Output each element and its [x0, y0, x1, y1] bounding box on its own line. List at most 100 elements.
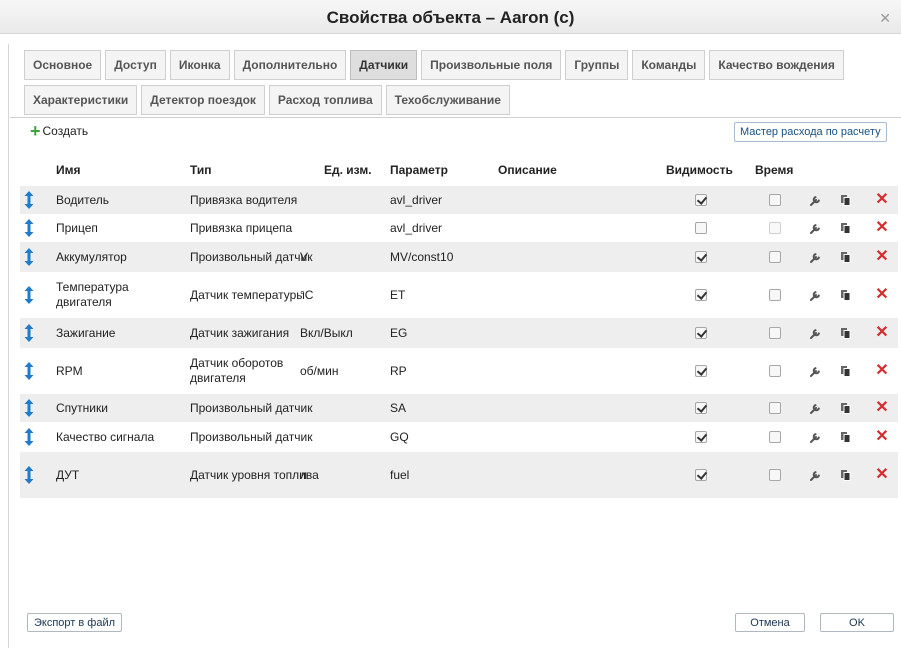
- delete-icon[interactable]: ✕: [872, 422, 892, 452]
- sensor-unit: °C: [300, 287, 314, 302]
- visibility-checkbox[interactable]: [692, 318, 710, 348]
- table-row[interactable]: Спутники Произвольный датчик SA ✕: [20, 394, 898, 422]
- drag-handle-icon[interactable]: [22, 186, 36, 214]
- header-visibility[interactable]: Видимость: [666, 163, 733, 177]
- wrench-icon[interactable]: [806, 422, 826, 452]
- cancel-button[interactable]: Отмена: [735, 613, 805, 632]
- copy-icon[interactable]: [836, 318, 856, 348]
- time-checkbox[interactable]: [766, 348, 784, 394]
- tab-custom-fields[interactable]: Произвольные поля: [421, 50, 562, 80]
- tab-trip-detector[interactable]: Детектор поездок: [141, 85, 265, 115]
- drag-handle-icon[interactable]: [22, 348, 36, 394]
- visibility-checkbox[interactable]: [692, 214, 710, 242]
- tab-maintenance[interactable]: Техобслуживание: [385, 85, 510, 115]
- drag-handle-icon[interactable]: [22, 452, 36, 498]
- delete-icon[interactable]: ✕: [872, 214, 892, 242]
- drag-handle-icon[interactable]: [22, 318, 36, 348]
- tab-access[interactable]: Доступ: [105, 50, 166, 80]
- copy-icon[interactable]: [836, 272, 856, 318]
- table-row[interactable]: ДУТ Датчик уровня топлива л fuel ✕: [20, 452, 898, 498]
- sensor-unit: Вкл/Выкл: [300, 325, 353, 340]
- wrench-icon[interactable]: [806, 318, 826, 348]
- tab-commands[interactable]: Команды: [632, 50, 706, 80]
- visibility-checkbox[interactable]: [692, 422, 710, 452]
- drag-handle-icon[interactable]: [22, 214, 36, 242]
- time-checkbox[interactable]: [766, 422, 784, 452]
- delete-icon[interactable]: ✕: [872, 242, 892, 272]
- delete-icon[interactable]: ✕: [872, 186, 892, 214]
- copy-icon[interactable]: [836, 214, 856, 242]
- fuel-wizard-button[interactable]: Мастер расхода по расчету: [734, 122, 887, 142]
- wrench-icon[interactable]: [806, 348, 826, 394]
- delete-icon[interactable]: ✕: [872, 318, 892, 348]
- time-checkbox[interactable]: [766, 242, 784, 272]
- copy-icon[interactable]: [836, 186, 856, 214]
- header-type[interactable]: Тип: [190, 163, 212, 177]
- tab-icon[interactable]: Иконка: [169, 50, 230, 80]
- tab-basic[interactable]: Основное: [24, 50, 102, 80]
- drag-handle-icon[interactable]: [22, 272, 36, 318]
- table-row[interactable]: Прицеп Привязка прицепа avl_driver ✕: [20, 214, 898, 242]
- visibility-checkbox[interactable]: [692, 452, 710, 498]
- table-row[interactable]: Температура двигателя Датчик температуры…: [20, 272, 898, 318]
- time-checkbox[interactable]: [766, 318, 784, 348]
- sensor-unit: V: [300, 249, 309, 264]
- tab-sensors[interactable]: Датчики: [350, 50, 418, 80]
- copy-icon[interactable]: [836, 422, 856, 452]
- tab-advanced[interactable]: Дополнительно: [233, 50, 347, 80]
- time-checkbox[interactable]: [766, 394, 784, 422]
- tab-groups[interactable]: Группы: [565, 50, 629, 80]
- header-unit[interactable]: Ед. изм.: [324, 163, 372, 177]
- tabs-divider: [10, 117, 901, 118]
- wrench-icon[interactable]: [806, 186, 826, 214]
- drag-handle-icon[interactable]: [22, 394, 36, 422]
- sensor-name: Аккумулятор: [56, 249, 127, 264]
- visibility-checkbox[interactable]: [692, 272, 710, 318]
- copy-icon[interactable]: [836, 348, 856, 394]
- header-name[interactable]: Имя: [56, 163, 81, 177]
- sensor-param: SA: [390, 400, 407, 415]
- table-row[interactable]: Зажигание Датчик зажигания Вкл/Выкл EG ✕: [20, 318, 898, 348]
- table-row[interactable]: Водитель Привязка водителя avl_driver ✕: [20, 186, 898, 214]
- tab-driving-quality[interactable]: Качество вождения: [709, 50, 844, 80]
- delete-icon[interactable]: ✕: [872, 394, 892, 422]
- wrench-icon[interactable]: [806, 214, 826, 242]
- wrench-icon[interactable]: [806, 452, 826, 498]
- tab-fuel-consumption[interactable]: Расход топлива: [268, 85, 382, 115]
- dialog-titlebar: Свойства объекта – Aaron (c) ✕: [0, 0, 901, 34]
- visibility-checkbox[interactable]: [692, 348, 710, 394]
- drag-handle-icon[interactable]: [22, 422, 36, 452]
- time-checkbox[interactable]: [766, 452, 784, 498]
- time-checkbox[interactable]: [766, 186, 784, 214]
- tab-characteristics[interactable]: Характеристики: [24, 85, 138, 115]
- sensor-param: fuel: [390, 467, 410, 482]
- delete-icon[interactable]: ✕: [872, 348, 892, 394]
- table-row[interactable]: Качество сигнала Произвольный датчик GQ …: [20, 422, 898, 452]
- drag-handle-icon[interactable]: [22, 242, 36, 272]
- copy-icon[interactable]: [836, 242, 856, 272]
- wrench-icon[interactable]: [806, 394, 826, 422]
- wrench-icon[interactable]: [806, 272, 826, 318]
- table-row[interactable]: RPM Датчик оборотов двигателя об/мин RP …: [20, 348, 898, 394]
- sensor-name: Температура двигателя: [56, 280, 129, 309]
- header-description[interactable]: Описание: [498, 163, 557, 177]
- time-checkbox[interactable]: [766, 272, 784, 318]
- create-sensor-button[interactable]: + Создать: [30, 122, 88, 140]
- header-param[interactable]: Параметр: [390, 163, 448, 177]
- ok-button[interactable]: OK: [820, 613, 894, 632]
- export-button[interactable]: Экспорт в файл: [27, 613, 123, 632]
- sensor-name: Водитель: [56, 192, 110, 207]
- sensor-param: avl_driver: [390, 192, 443, 207]
- visibility-checkbox[interactable]: [692, 394, 710, 422]
- copy-icon[interactable]: [836, 452, 856, 498]
- checkbox-box: [695, 402, 707, 414]
- close-icon[interactable]: ✕: [879, 11, 891, 25]
- copy-icon[interactable]: [836, 394, 856, 422]
- visibility-checkbox[interactable]: [692, 186, 710, 214]
- tab-row-2: Характеристики Детектор поездок Расход т…: [24, 85, 510, 115]
- visibility-checkbox[interactable]: [692, 242, 710, 272]
- delete-icon[interactable]: ✕: [872, 272, 892, 318]
- wrench-icon[interactable]: [806, 242, 826, 272]
- table-row[interactable]: Аккумулятор Произвольный датчик V MV/con…: [20, 242, 898, 272]
- delete-icon[interactable]: ✕: [872, 452, 892, 498]
